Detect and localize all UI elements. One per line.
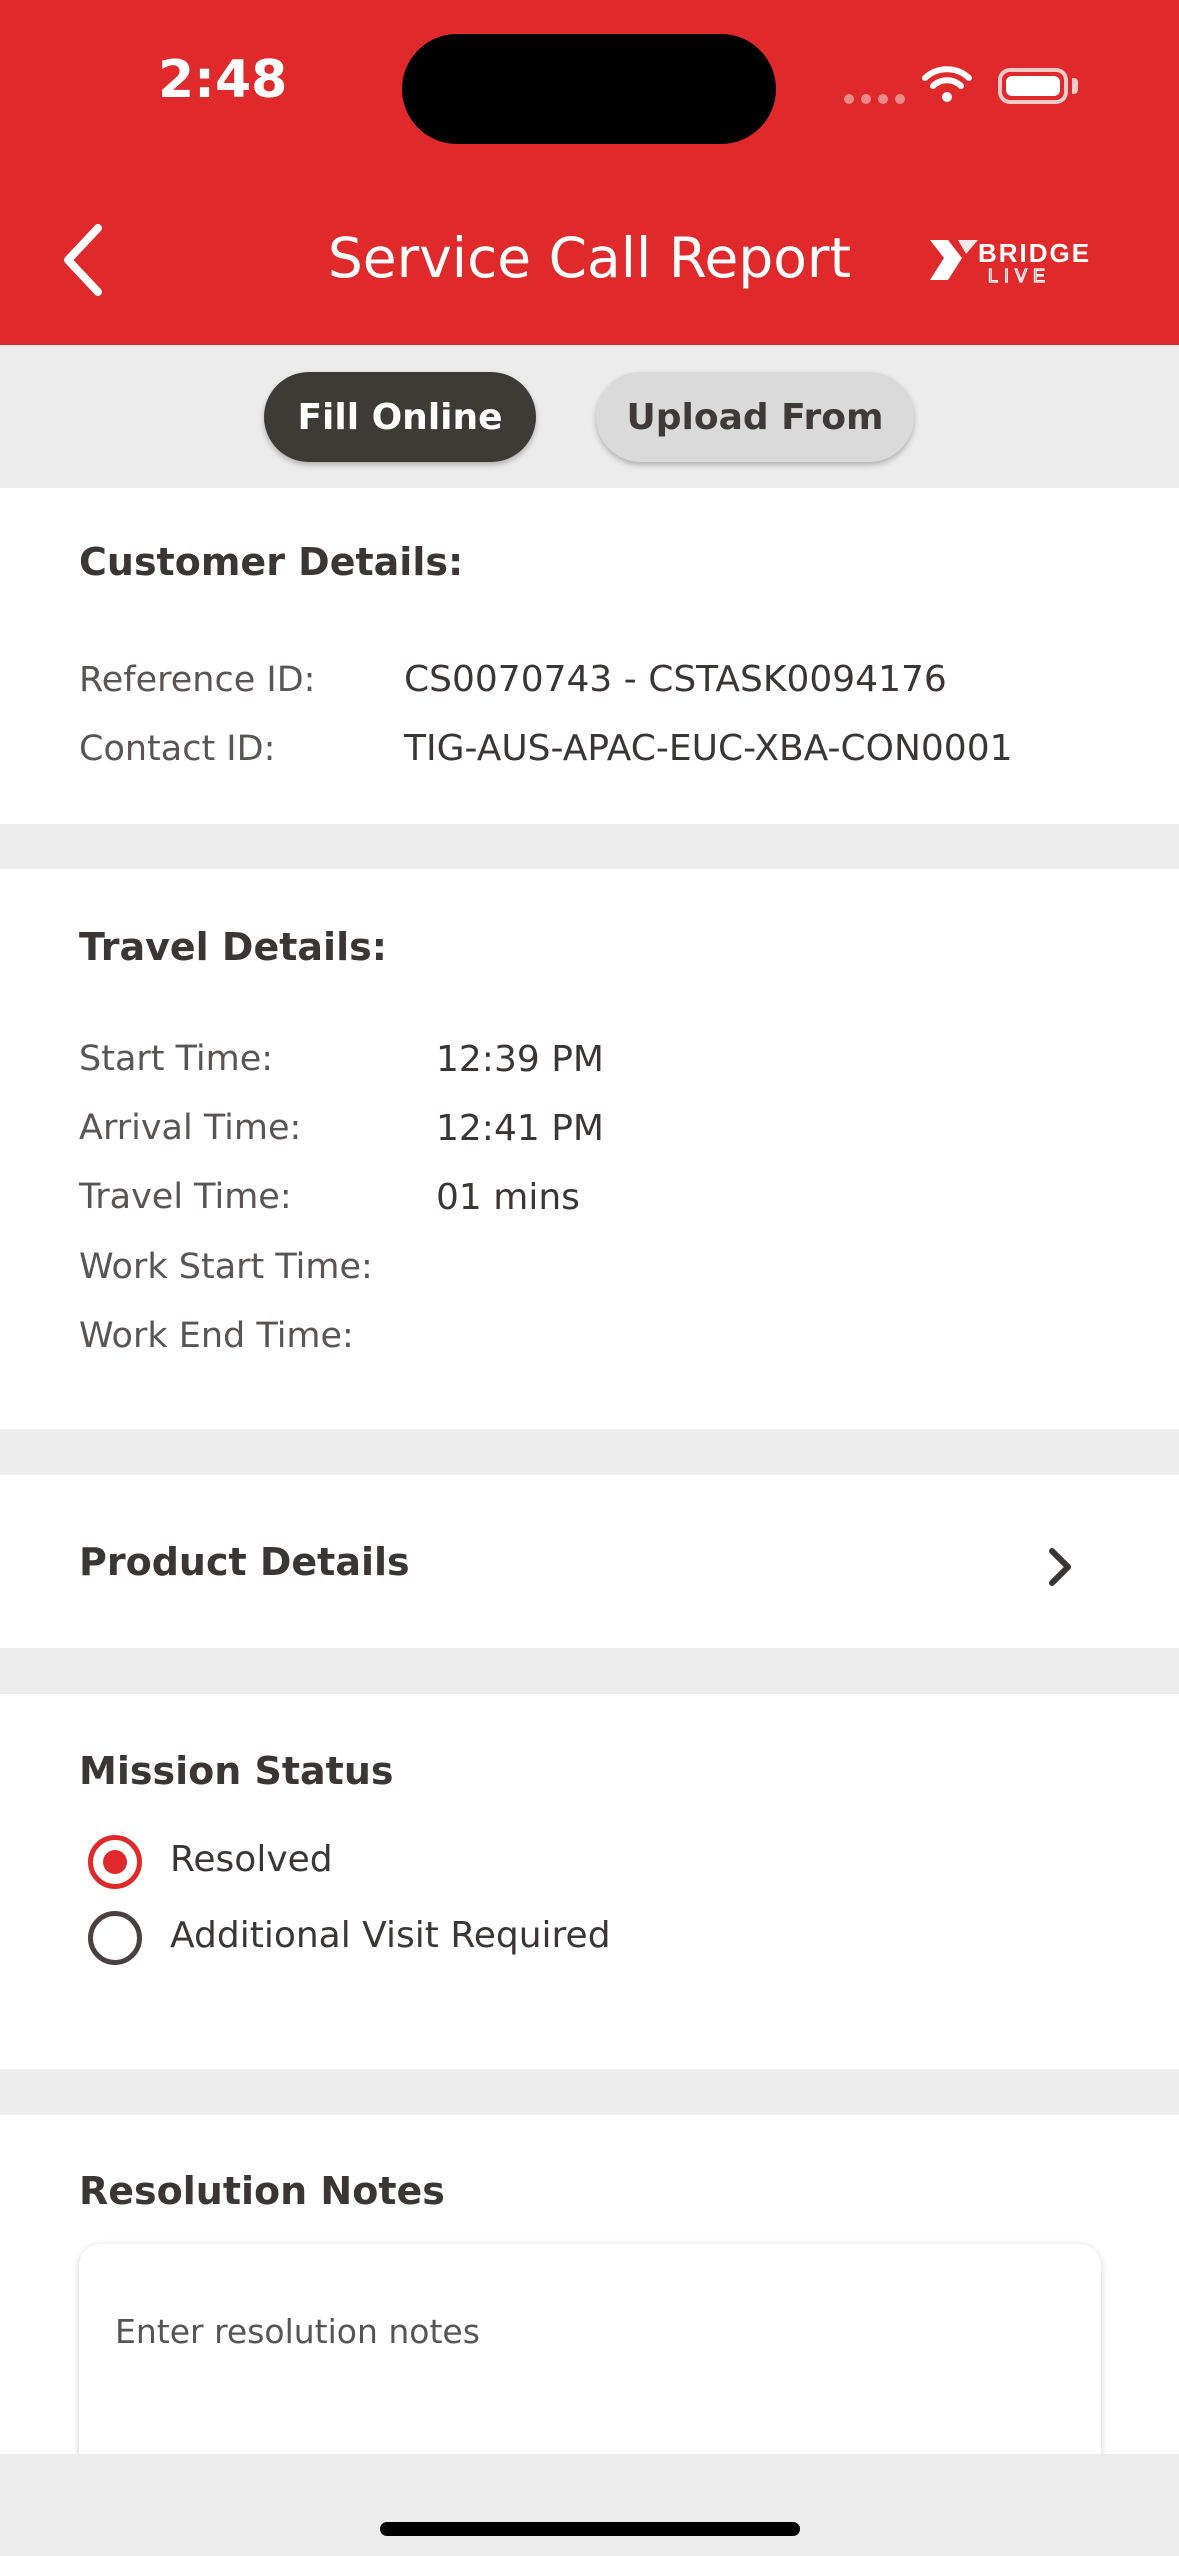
resolution-notes-placeholder: Enter resolution notes <box>115 2312 480 2351</box>
arrival-time-value: 12:41 PM <box>436 1108 604 1149</box>
arrival-time-label: Arrival Time: <box>79 1108 302 1148</box>
status-time: 2:48 <box>158 50 288 110</box>
logo-text-bridge: BRIDGE <box>978 238 1091 268</box>
upload-from-button[interactable]: Upload From <box>596 372 914 462</box>
additional-visit-label[interactable]: Additional Visit Required <box>170 1915 611 1956</box>
travel-details-card: Travel Details: Start Time: 12:39 PM Arr… <box>0 869 1179 1429</box>
resolution-notes-card: Resolution Notes Enter resolution notes <box>0 2115 1179 2544</box>
wifi-icon <box>922 66 972 102</box>
fill-online-button[interactable]: Fill Online <box>264 372 536 462</box>
mode-toggle-bar: Fill Online Upload From <box>0 345 1179 488</box>
home-indicator[interactable] <box>380 2522 800 2536</box>
work-start-time-label: Work Start Time: <box>79 1247 373 1287</box>
travel-details-title: Travel Details: <box>79 925 387 969</box>
resolution-notes-title: Resolution Notes <box>79 2169 445 2213</box>
app-header: 2:48 Service Call Report BRIDGE LIVE <box>0 0 1179 345</box>
dynamic-island <box>402 34 776 144</box>
mission-status-card: Mission Status Resolved Additional Visit… <box>0 1694 1179 2069</box>
work-end-time-label: Work End Time: <box>79 1316 354 1356</box>
resolved-radio[interactable] <box>88 1835 142 1889</box>
start-time-label: Start Time: <box>79 1039 274 1079</box>
additional-visit-radio[interactable] <box>88 1911 142 1965</box>
reference-id-label: Reference ID: <box>79 660 316 700</box>
xbridge-live-logo: BRIDGE LIVE <box>930 238 1091 286</box>
start-time-value: 12:39 PM <box>436 1039 604 1080</box>
chevron-right-icon <box>1049 1548 1071 1586</box>
contact-id-value: TIG-AUS-APAC-EUC-XBA-CON0001 <box>404 728 1013 769</box>
battery-icon <box>998 68 1068 104</box>
customer-details-title: Customer Details: <box>79 540 464 584</box>
product-details-title: Product Details <box>79 1540 410 1584</box>
cellular-signal-icon <box>844 94 905 104</box>
contact-id-label: Contact ID: <box>79 729 276 769</box>
customer-details-card: Customer Details: Reference ID: CS007074… <box>0 488 1179 824</box>
reference-id-value: CS0070743 - CSTASK0094176 <box>404 659 947 700</box>
resolved-label[interactable]: Resolved <box>170 1839 333 1880</box>
travel-time-label: Travel Time: <box>79 1177 292 1217</box>
mission-status-title: Mission Status <box>79 1749 394 1793</box>
travel-time-value: 01 mins <box>436 1177 580 1218</box>
bottom-safe-area <box>0 2454 1179 2556</box>
battery-tip <box>1072 78 1078 94</box>
logo-text-live: LIVE <box>988 266 1051 286</box>
product-details-row[interactable]: Product Details <box>0 1475 1179 1648</box>
